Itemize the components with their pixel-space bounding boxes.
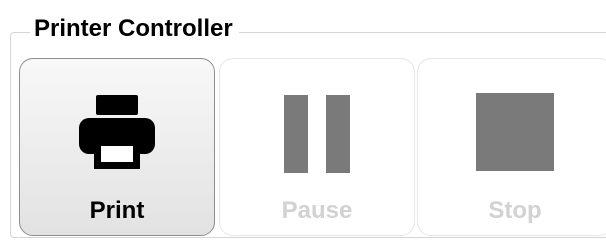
print-button[interactable]: Print [19, 58, 215, 236]
stop-button[interactable]: Stop [417, 58, 606, 236]
pause-button[interactable]: Pause [219, 58, 415, 236]
pause-icon [284, 95, 350, 173]
pause-label: Pause [281, 197, 353, 224]
group-title: Printer Controller [30, 14, 239, 44]
stop-label: Stop [488, 197, 542, 224]
stop-icon [476, 93, 554, 171]
printer-controller-window: Printer Controller Print Pause Stop [0, 0, 606, 250]
print-label: Print [89, 197, 145, 224]
printer-icon [79, 95, 155, 169]
